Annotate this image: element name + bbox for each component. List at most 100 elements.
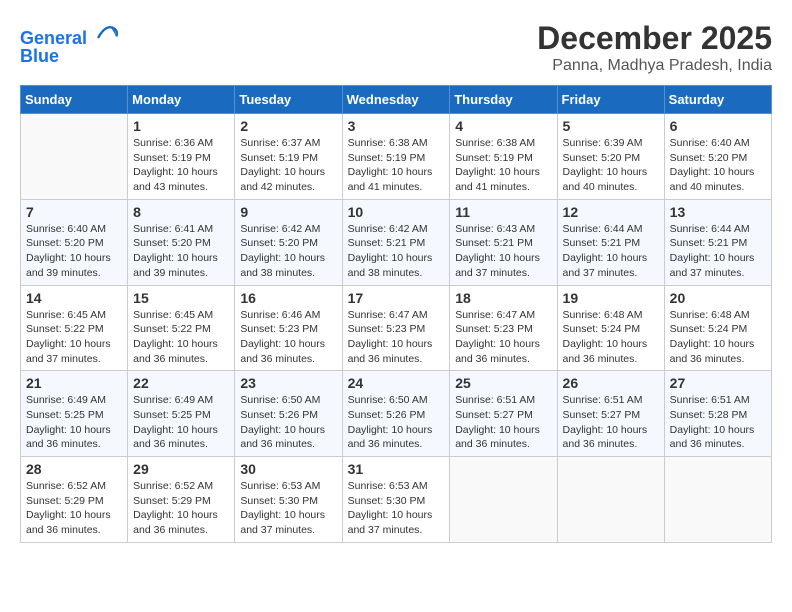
calendar-cell: 5Sunrise: 6:39 AM Sunset: 5:20 PM Daylig… (557, 114, 664, 200)
day-info: Sunrise: 6:42 AM Sunset: 5:21 PM Dayligh… (348, 222, 445, 281)
calendar-cell: 11 Sunrise: 6:43 AM Sunset: 5:21 PM Dayli… (450, 199, 557, 285)
header-day-tuesday: Tuesday (235, 86, 342, 114)
calendar-row-3: 14 Sunrise: 6:45 AM Sunset: 5:22 PM Dayli… (21, 285, 772, 371)
day-info: Sunrise: 6:53 AM Sunset: 5:30 PM Dayligh… (240, 479, 336, 538)
calendar-cell (21, 114, 128, 200)
calendar-cell: 19 Sunrise: 6:48 AM Sunset: 5:24 PM Dayli… (557, 285, 664, 371)
day-info: Sunrise: 6:41 AM Sunset: 5:20 PM Dayligh… (133, 222, 229, 281)
day-info: Sunrise: 6:38 AM Sunset: 5:19 PM Dayligh… (348, 136, 445, 195)
calendar-cell: 7Sunrise: 6:40 AM Sunset: 5:20 PM Daylig… (21, 199, 128, 285)
day-info: Sunrise: 6:44 AM Sunset: 5:21 PM Dayligh… (563, 222, 659, 281)
day-number: 14 (26, 290, 122, 306)
day-info: Sunrise: 6:40 AM Sunset: 5:20 PM Dayligh… (670, 136, 766, 195)
day-number: 10 (348, 204, 445, 220)
header-day-thursday: Thursday (450, 86, 557, 114)
calendar-cell: 14 Sunrise: 6:45 AM Sunset: 5:22 PM Dayli… (21, 285, 128, 371)
calendar-cell: 28Sunrise: 6:52 AM Sunset: 5:29 PM Dayli… (21, 457, 128, 543)
calendar-cell: 26 Sunrise: 6:51 AM Sunset: 5:27 PM Dayli… (557, 371, 664, 457)
calendar-cell: 13 Sunrise: 6:44 AM Sunset: 5:21 PM Dayli… (664, 199, 771, 285)
day-number: 13 (670, 204, 766, 220)
calendar-row-5: 28Sunrise: 6:52 AM Sunset: 5:29 PM Dayli… (21, 457, 772, 543)
day-number: 4 (455, 118, 551, 134)
calendar-cell: 21 Sunrise: 6:49 AM Sunset: 5:25 PM Dayli… (21, 371, 128, 457)
day-info: Sunrise: 6:48 AM Sunset: 5:24 PM Dayligh… (563, 308, 659, 367)
calendar-cell: 10 Sunrise: 6:42 AM Sunset: 5:21 PM Dayli… (342, 199, 450, 285)
day-number: 12 (563, 204, 659, 220)
day-number: 19 (563, 290, 659, 306)
day-number: 30 (240, 461, 336, 477)
location-subtitle: Panna, Madhya Pradesh, India (537, 57, 772, 75)
calendar-cell: 22 Sunrise: 6:49 AM Sunset: 5:25 PM Dayli… (128, 371, 235, 457)
logo: General Blue (20, 20, 118, 67)
day-number: 3 (348, 118, 445, 134)
day-number: 6 (670, 118, 766, 134)
day-info: Sunrise: 6:45 AM Sunset: 5:22 PM Dayligh… (26, 308, 122, 367)
header-day-friday: Friday (557, 86, 664, 114)
day-info: Sunrise: 6:45 AM Sunset: 5:22 PM Dayligh… (133, 308, 229, 367)
month-title: December 2025 (537, 20, 772, 57)
calendar-cell: 25 Sunrise: 6:51 AM Sunset: 5:27 PM Dayli… (450, 371, 557, 457)
day-info: Sunrise: 6:51 AM Sunset: 5:28 PM Dayligh… (670, 393, 766, 452)
day-number: 23 (240, 375, 336, 391)
day-info: Sunrise: 6:53 AM Sunset: 5:30 PM Dayligh… (348, 479, 445, 538)
calendar-cell (557, 457, 664, 543)
day-number: 26 (563, 375, 659, 391)
day-number: 22 (133, 375, 229, 391)
day-number: 11 (455, 204, 551, 220)
calendar-cell: 24Sunrise: 6:50 AM Sunset: 5:26 PM Dayli… (342, 371, 450, 457)
day-info: Sunrise: 6:52 AM Sunset: 5:29 PM Dayligh… (26, 479, 122, 538)
header-row: SundayMondayTuesdayWednesdayThursdayFrid… (21, 86, 772, 114)
day-info: Sunrise: 6:50 AM Sunset: 5:26 PM Dayligh… (348, 393, 445, 452)
day-number: 31 (348, 461, 445, 477)
day-info: Sunrise: 6:42 AM Sunset: 5:20 PM Dayligh… (240, 222, 336, 281)
day-number: 1 (133, 118, 229, 134)
calendar-table: SundayMondayTuesdayWednesdayThursdayFrid… (20, 85, 772, 543)
calendar-row-2: 7Sunrise: 6:40 AM Sunset: 5:20 PM Daylig… (21, 199, 772, 285)
day-info: Sunrise: 6:46 AM Sunset: 5:23 PM Dayligh… (240, 308, 336, 367)
header-day-wednesday: Wednesday (342, 86, 450, 114)
day-info: Sunrise: 6:37 AM Sunset: 5:19 PM Dayligh… (240, 136, 336, 195)
calendar-cell: 27 Sunrise: 6:51 AM Sunset: 5:28 PM Dayli… (664, 371, 771, 457)
header-day-saturday: Saturday (664, 86, 771, 114)
calendar-cell: 2Sunrise: 6:37 AM Sunset: 5:19 PM Daylig… (235, 114, 342, 200)
calendar-cell: 6 Sunrise: 6:40 AM Sunset: 5:20 PM Daylig… (664, 114, 771, 200)
day-number: 15 (133, 290, 229, 306)
calendar-body: 1 Sunrise: 6:36 AM Sunset: 5:19 PM Daylig… (21, 114, 772, 543)
header-day-sunday: Sunday (21, 86, 128, 114)
calendar-cell: 12 Sunrise: 6:44 AM Sunset: 5:21 PM Dayli… (557, 199, 664, 285)
calendar-cell: 23Sunrise: 6:50 AM Sunset: 5:26 PM Dayli… (235, 371, 342, 457)
calendar-cell: 31 Sunrise: 6:53 AM Sunset: 5:30 PM Dayli… (342, 457, 450, 543)
day-info: Sunrise: 6:51 AM Sunset: 5:27 PM Dayligh… (455, 393, 551, 452)
calendar-row-4: 21 Sunrise: 6:49 AM Sunset: 5:25 PM Dayli… (21, 371, 772, 457)
calendar-cell: 20 Sunrise: 6:48 AM Sunset: 5:24 PM Dayli… (664, 285, 771, 371)
day-number: 27 (670, 375, 766, 391)
day-number: 17 (348, 290, 445, 306)
calendar-header: SundayMondayTuesdayWednesdayThursdayFrid… (21, 86, 772, 114)
day-number: 18 (455, 290, 551, 306)
logo-icon (94, 20, 118, 44)
day-info: Sunrise: 6:47 AM Sunset: 5:23 PM Dayligh… (455, 308, 551, 367)
calendar-cell: 18 Sunrise: 6:47 AM Sunset: 5:23 PM Dayli… (450, 285, 557, 371)
calendar-cell (664, 457, 771, 543)
day-info: Sunrise: 6:51 AM Sunset: 5:27 PM Dayligh… (563, 393, 659, 452)
day-info: Sunrise: 6:52 AM Sunset: 5:29 PM Dayligh… (133, 479, 229, 538)
title-block: December 2025 Panna, Madhya Pradesh, Ind… (537, 20, 772, 75)
day-number: 25 (455, 375, 551, 391)
day-info: Sunrise: 6:43 AM Sunset: 5:21 PM Dayligh… (455, 222, 551, 281)
day-number: 20 (670, 290, 766, 306)
day-info: Sunrise: 6:48 AM Sunset: 5:24 PM Dayligh… (670, 308, 766, 367)
calendar-cell: 8Sunrise: 6:41 AM Sunset: 5:20 PM Daylig… (128, 199, 235, 285)
day-number: 9 (240, 204, 336, 220)
calendar-cell: 30 Sunrise: 6:53 AM Sunset: 5:30 PM Dayli… (235, 457, 342, 543)
day-info: Sunrise: 6:36 AM Sunset: 5:19 PM Dayligh… (133, 136, 229, 195)
day-info: Sunrise: 6:44 AM Sunset: 5:21 PM Dayligh… (670, 222, 766, 281)
calendar-row-1: 1 Sunrise: 6:36 AM Sunset: 5:19 PM Daylig… (21, 114, 772, 200)
calendar-cell: 9 Sunrise: 6:42 AM Sunset: 5:20 PM Daylig… (235, 199, 342, 285)
day-number: 21 (26, 375, 122, 391)
calendar-cell: 4 Sunrise: 6:38 AM Sunset: 5:19 PM Daylig… (450, 114, 557, 200)
day-info: Sunrise: 6:47 AM Sunset: 5:23 PM Dayligh… (348, 308, 445, 367)
day-info: Sunrise: 6:49 AM Sunset: 5:25 PM Dayligh… (26, 393, 122, 452)
day-info: Sunrise: 6:49 AM Sunset: 5:25 PM Dayligh… (133, 393, 229, 452)
page-header: General Blue December 2025 Panna, Madhya… (20, 20, 772, 75)
day-info: Sunrise: 6:38 AM Sunset: 5:19 PM Dayligh… (455, 136, 551, 195)
